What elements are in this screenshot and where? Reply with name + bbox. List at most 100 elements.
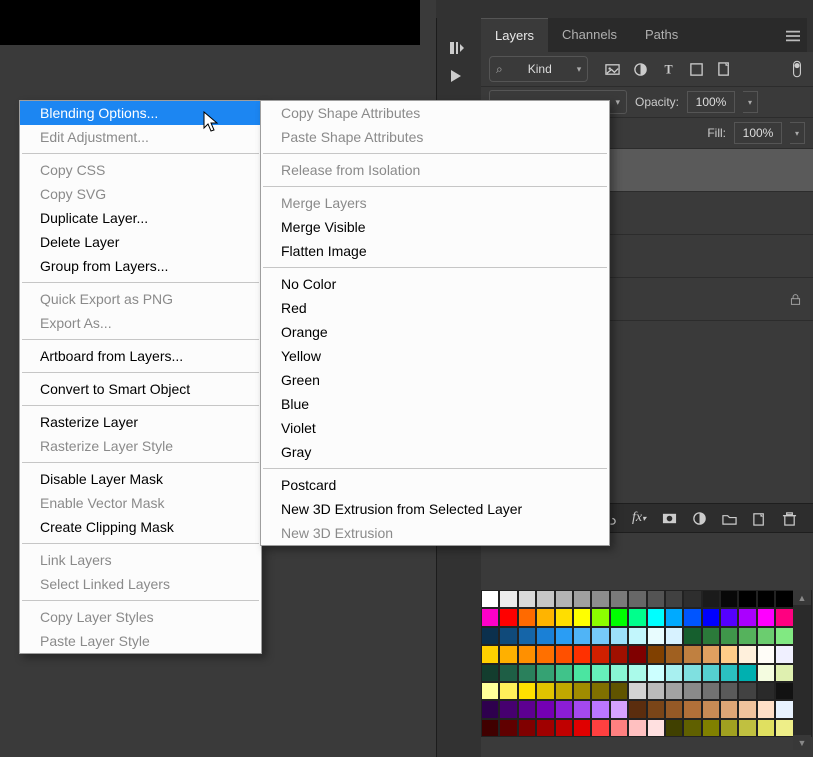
swatch[interactable]	[702, 700, 720, 718]
menu-postcard[interactable]: Postcard	[261, 473, 609, 497]
panel-menu-icon[interactable]	[785, 28, 801, 44]
swatch[interactable]	[702, 645, 720, 663]
swatch[interactable]	[702, 608, 720, 626]
swatch[interactable]	[610, 608, 628, 626]
swatch[interactable]	[665, 682, 683, 700]
swatch[interactable]	[738, 645, 756, 663]
swatch[interactable]	[573, 645, 591, 663]
swatch[interactable]	[518, 700, 536, 718]
shape-layers-icon[interactable]	[688, 61, 704, 77]
swatch[interactable]	[536, 645, 554, 663]
swatches-scrollbar[interactable]: ▲ ▼	[793, 590, 811, 750]
swatch[interactable]	[536, 664, 554, 682]
swatch[interactable]	[481, 590, 499, 608]
swatch[interactable]	[536, 608, 554, 626]
swatch[interactable]	[628, 608, 646, 626]
swatch[interactable]	[518, 590, 536, 608]
menu-color-blue[interactable]: Blue	[261, 392, 609, 416]
swatch[interactable]	[518, 719, 536, 737]
swatch[interactable]	[757, 682, 775, 700]
image-layers-icon[interactable]	[604, 61, 620, 77]
swatch[interactable]	[647, 719, 665, 737]
swatch[interactable]	[518, 627, 536, 645]
swatch[interactable]	[757, 719, 775, 737]
swatch[interactable]	[499, 664, 517, 682]
swatch[interactable]	[555, 664, 573, 682]
menu-rasterize-layer[interactable]: Rasterize Layer	[20, 410, 261, 434]
swatch[interactable]	[591, 719, 609, 737]
opacity-value[interactable]: 100%	[687, 91, 735, 113]
swatch[interactable]	[720, 700, 738, 718]
adjustment-layers-icon[interactable]	[632, 61, 648, 77]
swatch[interactable]	[738, 664, 756, 682]
swatch[interactable]	[573, 627, 591, 645]
swatch[interactable]	[647, 590, 665, 608]
swatch[interactable]	[536, 590, 554, 608]
swatch[interactable]	[499, 590, 517, 608]
menu-color-gray[interactable]: Gray	[261, 440, 609, 464]
menu-duplicate-layer[interactable]: Duplicate Layer...	[20, 206, 261, 230]
swatch[interactable]	[591, 682, 609, 700]
menu-disable-layer-mask[interactable]: Disable Layer Mask	[20, 467, 261, 491]
swatch[interactable]	[665, 627, 683, 645]
swatch[interactable]	[499, 627, 517, 645]
swatch[interactable]	[720, 608, 738, 626]
swatch[interactable]	[628, 700, 646, 718]
document-canvas[interactable]	[0, 0, 420, 45]
swatch[interactable]	[647, 627, 665, 645]
swatch[interactable]	[481, 627, 499, 645]
swatch[interactable]	[665, 608, 683, 626]
opacity-stepper[interactable]: ▾	[743, 91, 758, 113]
swatch[interactable]	[702, 590, 720, 608]
swatch[interactable]	[775, 590, 793, 608]
swatch[interactable]	[720, 719, 738, 737]
swatch[interactable]	[683, 608, 701, 626]
swatch[interactable]	[775, 627, 793, 645]
swatch[interactable]	[738, 682, 756, 700]
tab-channels[interactable]: Channels	[548, 18, 631, 52]
swatch[interactable]	[591, 645, 609, 663]
menu-merge-visible[interactable]: Merge Visible	[261, 215, 609, 239]
swatch[interactable]	[591, 627, 609, 645]
swatch[interactable]	[555, 700, 573, 718]
swatch[interactable]	[518, 664, 536, 682]
swatch[interactable]	[702, 664, 720, 682]
swatch[interactable]	[702, 682, 720, 700]
swatch[interactable]	[757, 645, 775, 663]
swatch[interactable]	[591, 664, 609, 682]
swatch[interactable]	[757, 590, 775, 608]
swatch[interactable]	[665, 700, 683, 718]
swatch[interactable]	[683, 682, 701, 700]
scroll-up-icon[interactable]: ▲	[793, 590, 811, 605]
swatch[interactable]	[499, 700, 517, 718]
swatch[interactable]	[738, 700, 756, 718]
swatch[interactable]	[720, 590, 738, 608]
swatch[interactable]	[775, 719, 793, 737]
swatch[interactable]	[665, 590, 683, 608]
swatch[interactable]	[573, 719, 591, 737]
trash-icon[interactable]	[781, 510, 797, 526]
swatch[interactable]	[738, 719, 756, 737]
menu-color-green[interactable]: Green	[261, 368, 609, 392]
filter-kind-dropdown[interactable]: ⌕ Kind ▾	[489, 56, 588, 82]
swatch[interactable]	[628, 664, 646, 682]
swatch[interactable]	[573, 682, 591, 700]
swatch[interactable]	[499, 719, 517, 737]
swatch[interactable]	[683, 627, 701, 645]
swatch[interactable]	[628, 645, 646, 663]
swatch[interactable]	[573, 608, 591, 626]
swatch[interactable]	[573, 700, 591, 718]
swatch[interactable]	[518, 682, 536, 700]
swatch[interactable]	[536, 682, 554, 700]
swatches-grid[interactable]	[481, 590, 813, 737]
swatch[interactable]	[481, 700, 499, 718]
swatch[interactable]	[628, 590, 646, 608]
swatch[interactable]	[647, 682, 665, 700]
adjustment-layer-icon[interactable]	[691, 510, 707, 526]
swatch[interactable]	[720, 645, 738, 663]
swatch[interactable]	[555, 608, 573, 626]
swatch[interactable]	[775, 608, 793, 626]
swatch[interactable]	[499, 682, 517, 700]
swatch[interactable]	[720, 682, 738, 700]
menu-create-clipping-mask[interactable]: Create Clipping Mask	[20, 515, 261, 539]
